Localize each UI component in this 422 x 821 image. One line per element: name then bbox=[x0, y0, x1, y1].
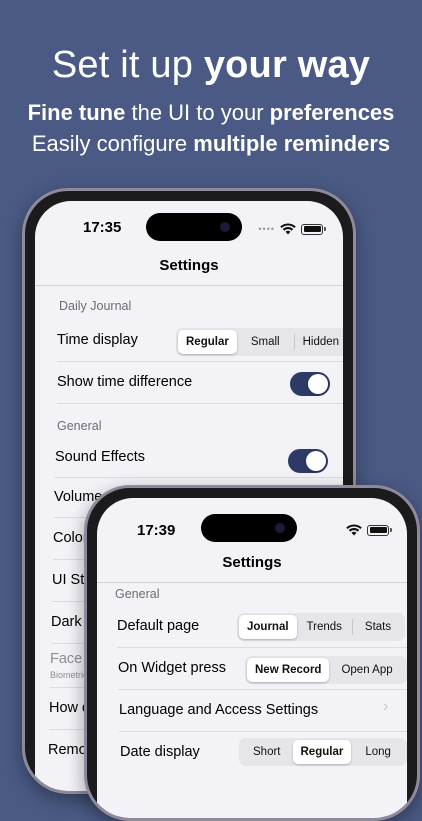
battery-icon bbox=[301, 223, 326, 235]
widget-press-option-new-record[interactable]: New Record bbox=[247, 658, 330, 682]
front-phone-screen: 17:39 Settings General Default page Jour… bbox=[97, 498, 407, 818]
status-icons bbox=[346, 524, 392, 536]
color-label: Color bbox=[53, 530, 88, 546]
time-display-option-regular[interactable]: Regular bbox=[178, 330, 237, 354]
headline-prefix: Set it up bbox=[51, 44, 204, 86]
default-page-option-stats[interactable]: Stats bbox=[353, 615, 403, 639]
widget-press-label: On Widget press bbox=[118, 660, 226, 676]
nav-title: Settings bbox=[159, 257, 219, 274]
widget-press-segmented: New Record Open App bbox=[245, 656, 407, 684]
default-page-option-journal[interactable]: Journal bbox=[239, 615, 297, 639]
front-phone: 17:39 Settings General Default page Jour… bbox=[84, 485, 420, 821]
date-display-option-short[interactable]: Short bbox=[241, 740, 293, 764]
time-display-option-hidden[interactable]: Hidden bbox=[295, 330, 343, 354]
row-language-settings[interactable]: Language and Access Settings bbox=[119, 689, 407, 732]
subtitle-2-prefix: Easily configure bbox=[31, 131, 194, 156]
dynamic-island bbox=[146, 213, 242, 241]
subtitle-1-mid: the UI to your bbox=[125, 100, 270, 125]
section-general: General bbox=[115, 587, 160, 601]
subtitle-2: Easily configure multiple reminders bbox=[0, 131, 422, 157]
default-page-segmented: Journal Trends Stats bbox=[237, 613, 406, 641]
status-time: 17:35 bbox=[83, 219, 122, 236]
date-display-option-regular[interactable]: Regular bbox=[292, 740, 352, 764]
nav-divider bbox=[35, 285, 343, 286]
signal-icon: •••• bbox=[258, 224, 275, 234]
sound-effects-label: Sound Effects bbox=[55, 449, 146, 465]
default-page-label: Default page bbox=[117, 618, 200, 634]
date-display-label: Date display bbox=[120, 744, 200, 760]
dynamic-island bbox=[201, 514, 297, 542]
default-page-option-trends[interactable]: Trends bbox=[297, 615, 352, 639]
status-icons: •••• bbox=[258, 223, 326, 235]
status-time: 17:39 bbox=[137, 522, 176, 539]
headline: Set it up your way bbox=[0, 44, 422, 87]
sound-effects-toggle[interactable] bbox=[288, 449, 328, 473]
subtitle-1-bold-b: preferences bbox=[269, 100, 395, 125]
battery-icon bbox=[367, 524, 392, 536]
nav-title: Settings bbox=[222, 554, 282, 571]
chevron-right-icon: › bbox=[383, 698, 389, 715]
nav-divider bbox=[97, 582, 407, 583]
section-daily-journal: Daily Journal bbox=[59, 299, 132, 313]
subtitle-1-bold-a: Fine tune bbox=[27, 100, 126, 125]
time-display-option-small[interactable]: Small bbox=[237, 330, 294, 354]
show-time-difference-toggle[interactable] bbox=[290, 372, 330, 396]
wifi-icon bbox=[346, 524, 362, 536]
time-display-label: Time display bbox=[57, 332, 138, 348]
subtitle-2-bold: multiple reminders bbox=[193, 131, 391, 156]
language-settings-label: Language and Access Settings bbox=[119, 702, 319, 718]
headline-bold: your way bbox=[203, 44, 371, 86]
show-time-difference-label: Show time difference bbox=[57, 374, 193, 390]
subtitle-1: Fine tune the UI to your preferences bbox=[0, 100, 422, 126]
date-display-segmented: Short Regular Long bbox=[239, 738, 407, 766]
time-display-segmented: Regular Small Hidden bbox=[176, 328, 343, 356]
section-general: General bbox=[57, 419, 102, 433]
wifi-icon bbox=[280, 223, 296, 235]
date-display-option-long[interactable]: Long bbox=[351, 740, 405, 764]
widget-press-option-open-app[interactable]: Open App bbox=[329, 658, 404, 682]
